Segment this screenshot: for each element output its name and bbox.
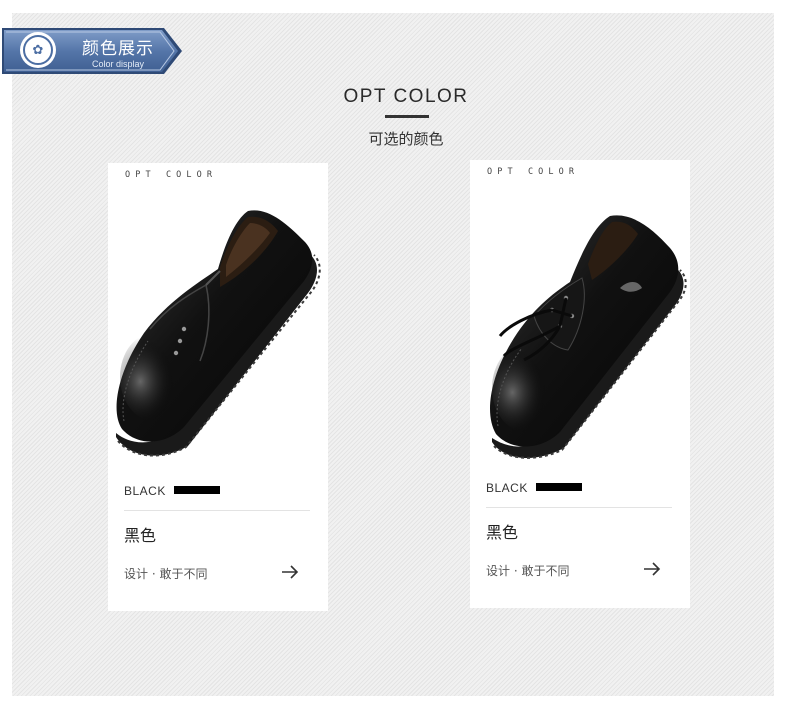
color-name-cn: 黑色 <box>486 523 519 542</box>
color-swatch <box>536 483 582 491</box>
card-divider <box>124 510 310 511</box>
ribbon-subtitle: Color display <box>92 59 145 69</box>
color-card-2[interactable]: O P T C O L O R BLACK 黑色 设计 · 敢于不同 <box>470 160 690 608</box>
card-slogan: 设计 · 敢于不同 <box>486 564 570 578</box>
color-swatch <box>174 486 220 494</box>
color-name-en: BLACK <box>124 484 166 498</box>
title-underline <box>385 115 429 118</box>
ribbon-title: 颜色展示 <box>82 39 154 59</box>
color-name-en: BLACK <box>486 481 528 495</box>
lace-up-shoe-image <box>490 215 687 459</box>
arrow-right-icon[interactable] <box>280 562 300 582</box>
card-opt-label: O P T C O L O R <box>125 170 212 180</box>
color-card-1[interactable]: O P T C O L O R BLACK 黑色 设计 · 敢于不同 <box>108 163 328 611</box>
card-slogan: 设计 · 敢于不同 <box>124 567 208 581</box>
section-ribbon: ✿ 颜色展示 Color display <box>2 26 184 76</box>
arrow-right-icon[interactable] <box>642 559 662 579</box>
loafer-shoe-image <box>116 210 321 457</box>
card-divider <box>486 507 672 508</box>
brand-logo: ✿ <box>20 32 56 68</box>
section-title: OPT COLOR <box>343 86 469 107</box>
card-opt-label: O P T C O L O R <box>487 167 574 177</box>
section-subtitle: 可选的颜色 <box>368 130 444 148</box>
color-name-cn: 黑色 <box>124 526 157 545</box>
brand-logo-icon: ✿ <box>23 35 53 65</box>
